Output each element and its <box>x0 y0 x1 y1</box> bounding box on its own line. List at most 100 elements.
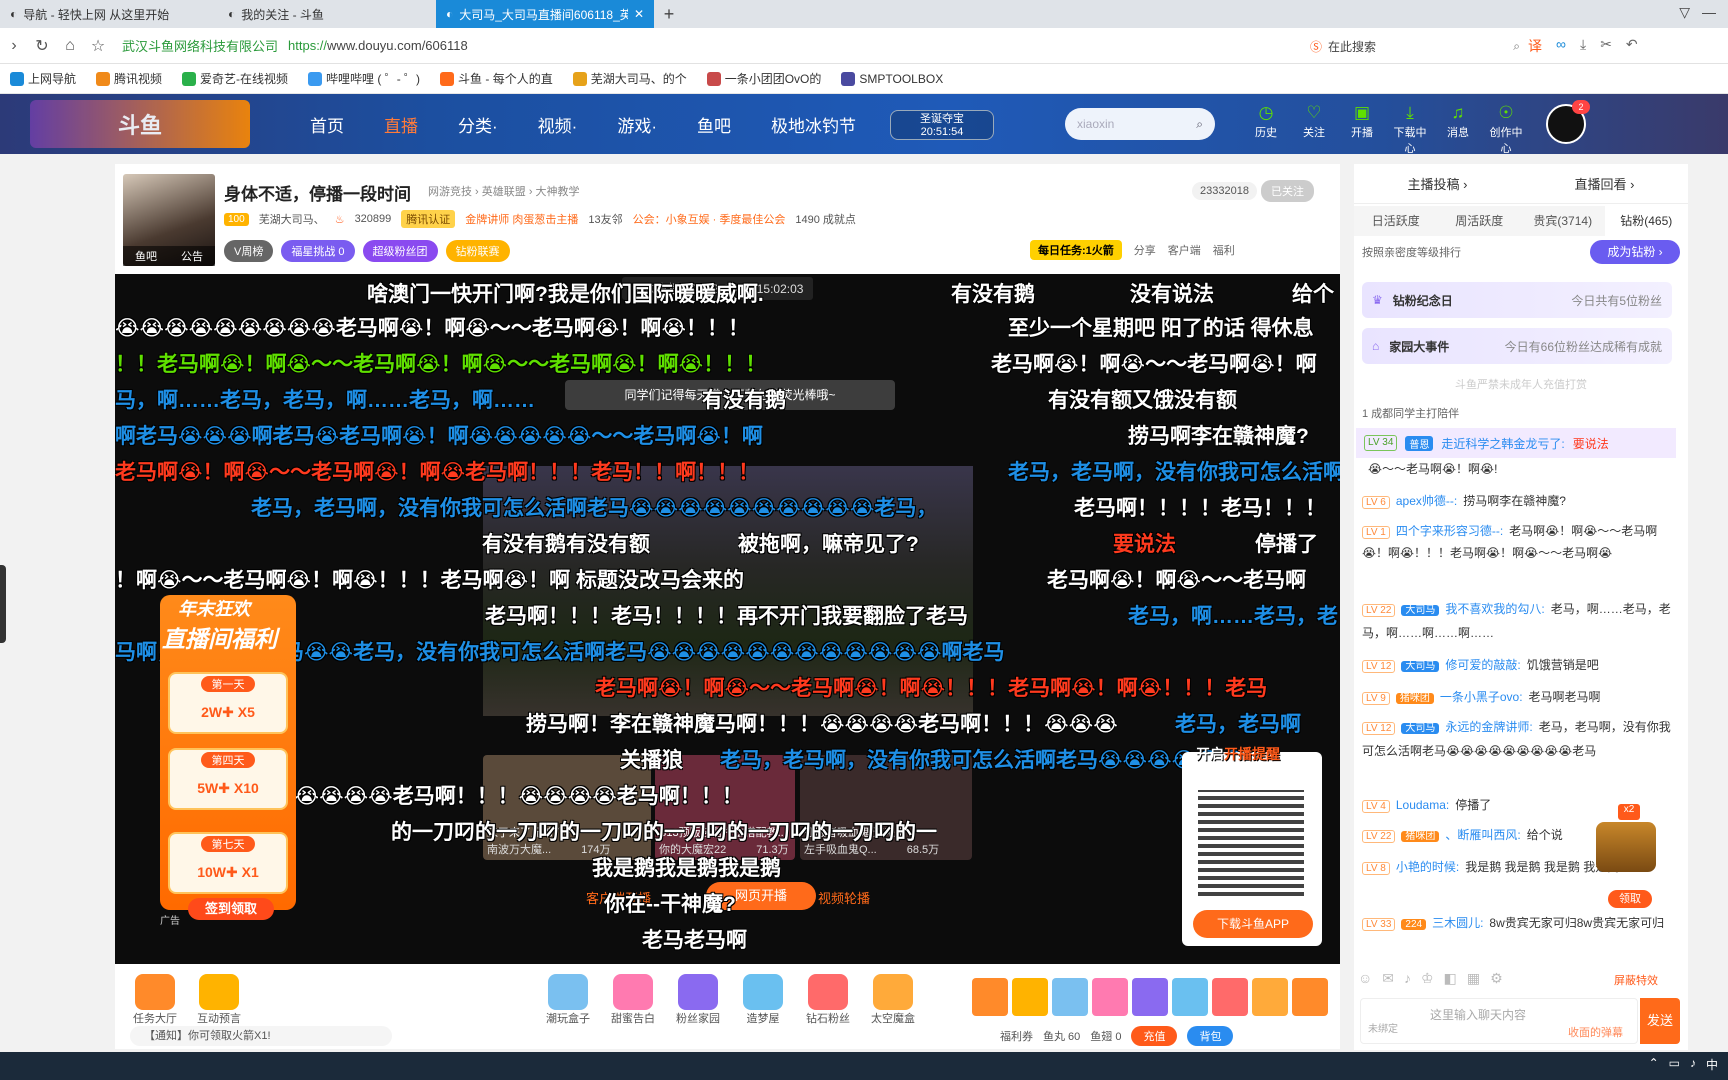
bag-button[interactable]: 背包 <box>1187 1026 1234 1046</box>
client-button[interactable]: 客户端 <box>1168 242 1201 258</box>
side-handle[interactable] <box>0 565 6 643</box>
nav-item[interactable]: 首页 <box>290 112 364 137</box>
home-icon[interactable]: ⌂ <box>56 37 84 55</box>
close-tab-icon[interactable]: ✕ <box>634 7 644 21</box>
activity-button[interactable]: 造梦屋 <box>738 974 788 1026</box>
fan-anniversary-card[interactable]: ♛ 钻粉纪念日 今日共有5位粉丝 <box>1362 282 1672 318</box>
network-icon[interactable]: ▭ <box>1669 1056 1680 1073</box>
bookmark-item[interactable]: 爱奇艺-在线视频 <box>172 70 298 87</box>
room-chip[interactable]: 超级粉丝团 <box>362 240 438 262</box>
activity-button[interactable]: 粉丝家园 <box>673 974 723 1026</box>
chat-username[interactable]: 小艳的时候: <box>1396 860 1459 874</box>
browser-tab[interactable]: ◐ 导航 - 轻快上网 从这里开始 <box>0 0 218 28</box>
gift-item-icon[interactable] <box>1092 978 1128 1016</box>
share-button[interactable]: 分享 <box>1134 242 1156 258</box>
nav-item[interactable]: 直播 <box>364 112 438 137</box>
speaker-icon[interactable]: ♪ <box>1404 970 1411 987</box>
chat-username[interactable]: 走近科学之韩金龙亏了: <box>1441 435 1564 452</box>
send-button[interactable]: 发送 <box>1640 998 1680 1044</box>
header-clock-button[interactable]: ◷ 历史 <box>1246 102 1286 156</box>
ime-indicator[interactable]: 中 <box>1706 1056 1718 1073</box>
gift-item-icon[interactable] <box>1172 978 1208 1016</box>
anchor-name[interactable]: 芜湖大司马、 <box>259 211 325 227</box>
activity-button[interactable]: 甜蜜告白 <box>608 974 658 1026</box>
home-event-card[interactable]: ⌂ 家园大事件 今日有66位粉丝达成稀有成就 <box>1362 328 1672 364</box>
gift-item-icon[interactable] <box>1132 978 1168 1016</box>
chat-username[interactable]: 一条小黑子ovo: <box>1440 690 1523 704</box>
replay-link[interactable]: 直播回看 › <box>1575 174 1635 193</box>
welfare-coupon[interactable]: 福利券 <box>1000 1028 1033 1044</box>
bookmark-item[interactable]: 上网导航 <box>0 70 86 87</box>
browser-tab[interactable]: ◐ 我的关注 - 斗鱼 <box>218 0 436 28</box>
guild-info[interactable]: 公会：小象互娱 · 季度最佳公会 <box>633 211 786 227</box>
browser-search[interactable]: Ⓢ 在此搜索 ⌕ <box>1310 34 1520 58</box>
gift-item-icon[interactable] <box>1212 978 1248 1016</box>
room-category[interactable]: 网游竞技 › 英雄联盟 › 大神教学 <box>428 183 580 199</box>
chevron-up-icon[interactable]: ⌃ <box>1649 1056 1659 1073</box>
header-bulb-button[interactable]: ☉ 创作中心 <box>1486 102 1526 156</box>
chat-rank-tab[interactable]: 贵宾(3714) <box>1521 206 1605 236</box>
bookmark-item[interactable]: 一条小团团OvO的 <box>697 70 832 87</box>
search-icon[interactable]: ⌕ <box>1513 39 1520 54</box>
achievement-points[interactable]: 1490 成就点 <box>795 211 856 227</box>
undo-icon[interactable]: ↶ <box>1626 36 1638 56</box>
video-rotation-button[interactable]: 视频轮播 <box>818 888 870 907</box>
gift-item-icon[interactable] <box>972 978 1008 1016</box>
new-tab-icon[interactable]: + <box>654 0 684 28</box>
event-countdown[interactable]: 圣诞夺宝 20:51:54 <box>890 110 994 140</box>
gift-item-icon[interactable] <box>1012 978 1048 1016</box>
volume-icon[interactable]: ♪ <box>1690 1056 1696 1073</box>
room-chip[interactable]: 福星挑战 0 <box>281 240 355 262</box>
gift-icon[interactable]: ✉ <box>1382 970 1394 987</box>
bookmark-item[interactable]: SMPTOOLBOX <box>831 71 953 86</box>
room-chip[interactable]: V周榜 <box>224 240 274 262</box>
become-fan-button[interactable]: 成为钻粉 › <box>1590 240 1680 264</box>
emoji-icon[interactable]: ☺ <box>1358 970 1372 987</box>
scissors-icon[interactable]: ✂ <box>1600 36 1612 56</box>
chat-username[interactable]: 三木圆儿: <box>1432 916 1483 930</box>
download-app-button[interactable]: 下载斗鱼APP <box>1193 910 1313 938</box>
site-search-input[interactable]: xiaoxin ⌕ <box>1065 108 1215 140</box>
nav-item[interactable]: 鱼吧 <box>677 112 751 137</box>
nav-item[interactable]: 极地冰钓节 <box>751 112 876 137</box>
extension-icon[interactable]: ∞ <box>1556 36 1566 56</box>
chat-username[interactable]: Loudama: <box>1396 798 1449 812</box>
feature-button[interactable]: 任务大厅 <box>130 974 180 1026</box>
download-arrow-icon[interactable]: ⤓ <box>1580 36 1586 56</box>
friends-count[interactable]: 13友邻 <box>588 211 622 227</box>
activity-button[interactable]: 太空魔盒 <box>868 974 918 1026</box>
bookmark-item[interactable]: 哔哩哔哩 ( ゜- ゜) <box>298 70 430 87</box>
ad-claim-button[interactable]: 签到领取 <box>188 898 274 920</box>
treasure-claim-button[interactable]: 领取 <box>1608 890 1652 908</box>
header-bell-button[interactable]: ♫ 消息 <box>1438 102 1478 156</box>
anchor-posts-link[interactable]: 主播投稿 › <box>1408 174 1468 193</box>
activity-button[interactable]: 钻石粉丝 <box>803 974 853 1026</box>
bookmark-item[interactable]: 斗鱼 - 每个人的直 <box>430 70 563 87</box>
welfare-button[interactable]: 福利 <box>1213 242 1235 258</box>
search-engine-icon[interactable]: Ⓢ <box>1310 38 1322 55</box>
trophy-tool-icon[interactable]: ♔ <box>1421 970 1434 987</box>
image-icon[interactable]: ▦ <box>1467 970 1480 987</box>
room-chip[interactable]: 钻粉联赛 <box>445 240 510 262</box>
color-icon[interactable]: ◧ <box>1444 970 1457 987</box>
daily-task-button[interactable]: 每日任务:1火箭 <box>1030 240 1122 260</box>
search-icon[interactable]: ⌕ <box>1196 117 1203 132</box>
star-icon[interactable]: ☆ <box>84 36 112 56</box>
chat-username[interactable]: apex帅德--: <box>1396 494 1457 508</box>
chat-username[interactable]: 、断雁叫西风: <box>1445 828 1520 842</box>
browser-tab[interactable]: ◐ 大司马_大司马直播间606118_英雄联 ✕ <box>436 0 654 28</box>
reload-icon[interactable]: ↻ <box>28 36 56 56</box>
ad-day-card[interactable]: 第四天 5W✚ X10 <box>168 748 288 810</box>
douyu-logo[interactable]: 斗鱼 <box>30 100 250 148</box>
tab-list-icon[interactable]: ▽ <box>1679 4 1690 21</box>
bookmark-item[interactable]: 芜湖大司马、的个 <box>563 70 697 87</box>
ad-day-card[interactable]: 第七天 10W✚ X1 <box>168 832 288 894</box>
chat-rank-tab[interactable]: 日活跃度 <box>1354 206 1438 236</box>
translate-icon[interactable]: 译 <box>1528 36 1542 56</box>
chat-rank-tab[interactable]: 钻粉(465) <box>1604 206 1688 236</box>
forward-icon[interactable]: › <box>0 37 28 55</box>
tab-fishbar[interactable]: 鱼吧 <box>135 248 157 264</box>
activity-button[interactable]: 潮玩盒子 <box>543 974 593 1026</box>
treasure-chest-icon[interactable] <box>1596 822 1656 872</box>
feature-button[interactable]: 互动预言 <box>194 974 244 1026</box>
